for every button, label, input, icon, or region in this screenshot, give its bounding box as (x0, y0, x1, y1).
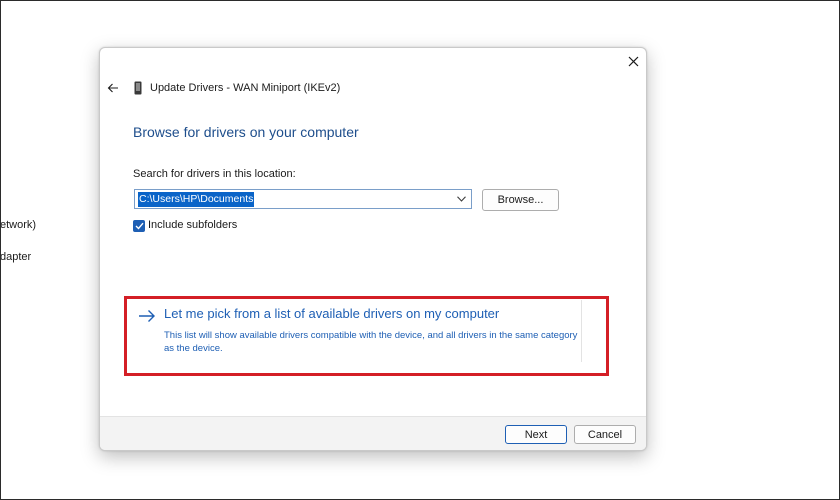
pick-from-list-title[interactable]: Let me pick from a list of available dri… (164, 306, 499, 321)
include-subfolders-label[interactable]: Include subfolders (148, 219, 237, 231)
browse-button[interactable]: Browse... (482, 189, 559, 211)
right-arrow-icon (139, 310, 155, 322)
back-arrow-icon (107, 83, 118, 93)
update-drivers-dialog: Update Drivers - WAN Miniport (IKEv2) Br… (99, 47, 647, 451)
dialog-title: Update Drivers - WAN Miniport (IKEv2) (150, 82, 341, 94)
background-text-network: etwork) (0, 219, 37, 231)
chevron-down-icon (456, 196, 466, 202)
dropdown-button[interactable] (455, 193, 467, 205)
page-heading: Browse for drivers on your computer (133, 124, 359, 140)
search-location-value[interactable]: C:\Users\HP\Documents (138, 191, 255, 207)
search-location-label: Search for drivers in this location: (133, 168, 296, 180)
pick-from-list-option[interactable]: Let me pick from a list of available dri… (136, 300, 582, 362)
next-button[interactable]: Next (505, 425, 567, 444)
search-location-combobox[interactable]: C:\Users\HP\Documents (134, 189, 472, 209)
close-button[interactable] (624, 52, 642, 70)
back-button[interactable] (104, 80, 122, 96)
device-icon (134, 81, 142, 95)
checkmark-icon (135, 222, 144, 230)
dialog-footer: Next Cancel (100, 416, 646, 450)
pick-from-list-description: This list will show available drivers co… (164, 330, 578, 354)
include-subfolders-checkbox[interactable] (133, 220, 145, 232)
background-text-adapter: dapter (0, 251, 32, 263)
cancel-button[interactable]: Cancel (574, 425, 636, 444)
close-icon (628, 56, 638, 66)
